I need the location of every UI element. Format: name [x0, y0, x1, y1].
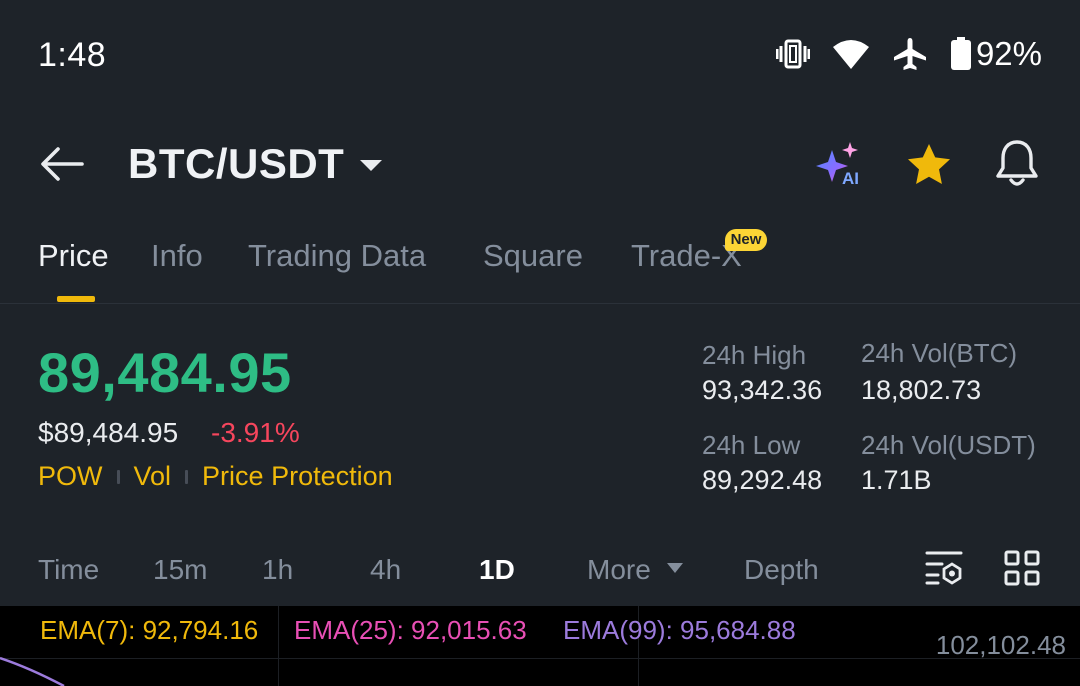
tag-divider: [116, 469, 120, 484]
more-caret-icon: [667, 563, 683, 573]
price-change-percent: -3.91%: [211, 417, 300, 448]
tag-vol[interactable]: Vol: [134, 461, 172, 492]
pair-header: BTC/USDT AI: [0, 120, 1080, 210]
layout-button[interactable]: [1004, 550, 1040, 586]
interval-1h[interactable]: 1h: [262, 554, 293, 586]
interval-more[interactable]: More: [587, 554, 651, 586]
interval-15m[interactable]: 15m: [153, 554, 207, 586]
low-24h-label: 24h Low: [702, 430, 801, 460]
high-24h-label: 24h High: [702, 340, 807, 370]
tag-price-protection[interactable]: Price Protection: [202, 461, 393, 492]
kline-chart[interactable]: EMA(7): 92,794.16 EMA(25): 92,015.63 EMA…: [0, 606, 1080, 686]
tag-pow[interactable]: POW: [38, 461, 103, 492]
favorite-button[interactable]: [905, 142, 953, 188]
battery-icon: [950, 37, 972, 71]
vol-btc-24h-value: 18,802.73: [861, 375, 982, 405]
last-price: 89,484.95: [38, 341, 292, 404]
chart-settings-icon: [925, 551, 963, 585]
status-bar: 1:48 92%: [0, 0, 1080, 110]
ai-sparkle-icon: AI: [816, 142, 859, 188]
back-button[interactable]: [38, 144, 86, 184]
star-icon: [908, 144, 950, 184]
ai-badge: AI: [842, 169, 859, 188]
price-axis-label: 102,102.48: [935, 630, 1066, 660]
interval-time[interactable]: Time: [38, 554, 99, 586]
new-badge: New: [725, 229, 767, 251]
tab-price[interactable]: Price: [38, 238, 109, 274]
active-tab-indicator: [57, 296, 95, 302]
ema25-value: EMA(25): 92,015.63: [294, 615, 527, 645]
usd-price: $89,484.95: [38, 417, 179, 448]
vibrate-icon: [775, 37, 810, 71]
interval-4h[interactable]: 4h: [370, 554, 401, 586]
asset-tags: POW Vol Price Protection: [38, 461, 393, 492]
airplane-mode-icon: [892, 36, 928, 72]
tag-divider: [185, 469, 189, 484]
pair-selector-button[interactable]: [358, 156, 384, 174]
ema7-value: EMA(7): 92,794.16: [40, 615, 259, 645]
grid-layout-icon: [1004, 550, 1040, 586]
low-24h-value: 89,292.48: [702, 465, 823, 495]
vol-btc-24h-label: 24h Vol(BTC): [861, 338, 1018, 368]
interval-1d[interactable]: 1D: [479, 554, 515, 586]
pair-title[interactable]: BTC/USDT: [128, 140, 344, 188]
caret-down-icon: [360, 160, 382, 171]
status-icons: 92%: [775, 34, 1042, 74]
high-24h-value: 93,342.36: [702, 375, 823, 405]
status-time: 1:48: [38, 36, 107, 74]
ai-assistant-button[interactable]: AI: [814, 140, 866, 188]
interval-bar: Time 15m 1h 4h 1D More Depth: [0, 540, 1080, 606]
tab-square[interactable]: Square: [483, 238, 583, 274]
tab-trading-data[interactable]: Trading Data: [248, 238, 426, 274]
wifi-icon: [832, 38, 870, 70]
tab-info[interactable]: Info: [151, 238, 203, 274]
vol-usdt-24h-label: 24h Vol(USDT): [861, 430, 1036, 460]
ema99-value: EMA(99): 95,684.88: [563, 615, 796, 645]
chart-settings-button[interactable]: [924, 550, 964, 586]
detail-tabs: Price Info Trading Data Square Trade-X: [0, 222, 1080, 304]
price-alert-button[interactable]: [994, 138, 1040, 188]
vol-usdt-24h-value: 1.71B: [861, 465, 932, 495]
bell-icon: [996, 140, 1038, 186]
battery-percent: 92%: [975, 35, 1042, 72]
back-arrow-icon: [41, 147, 84, 181]
depth-tab[interactable]: Depth: [744, 554, 819, 586]
